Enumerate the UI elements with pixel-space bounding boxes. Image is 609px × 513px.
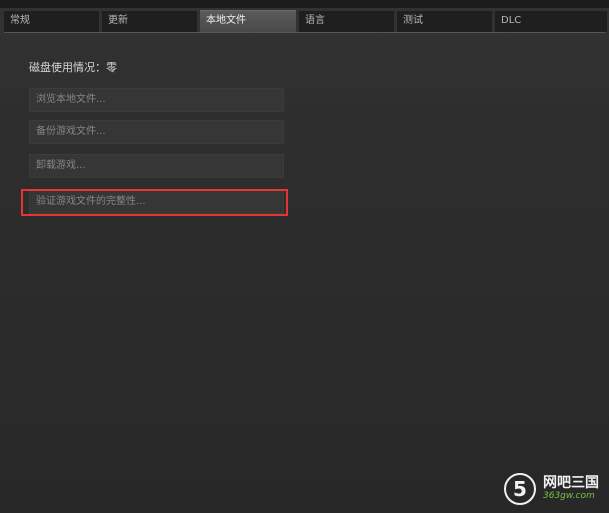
tab-bar: 常规 更新 本地文件 语言 测试 DLC (4, 10, 607, 32)
site-logo-icon: 5 (504, 473, 536, 505)
top-bar (0, 0, 609, 8)
tab-dlc[interactable]: DLC (495, 10, 607, 32)
logo-glyph: 5 (513, 477, 527, 501)
disk-usage-label: 磁盘使用情况：零 (29, 61, 117, 74)
tab-general[interactable]: 常规 (4, 10, 99, 32)
watermark-url: 363gw.com (543, 491, 595, 501)
tab-local-files[interactable]: 本地文件 (200, 10, 296, 32)
uninstall-game-button[interactable]: 卸载游戏... (29, 154, 284, 178)
browse-local-files-button[interactable]: 浏览本地文件... (29, 88, 284, 112)
tab-betas[interactable]: 测试 (397, 10, 492, 32)
tab-updates[interactable]: 更新 (102, 10, 197, 32)
backup-game-files-button[interactable]: 备份游戏文件... (29, 120, 284, 144)
watermark: 5 网吧三国 363gw.com (503, 471, 606, 507)
watermark-title: 网吧三国 (543, 475, 599, 491)
tab-language[interactable]: 语言 (299, 10, 394, 32)
highlight-box (21, 189, 288, 216)
tab-divider (4, 32, 605, 33)
